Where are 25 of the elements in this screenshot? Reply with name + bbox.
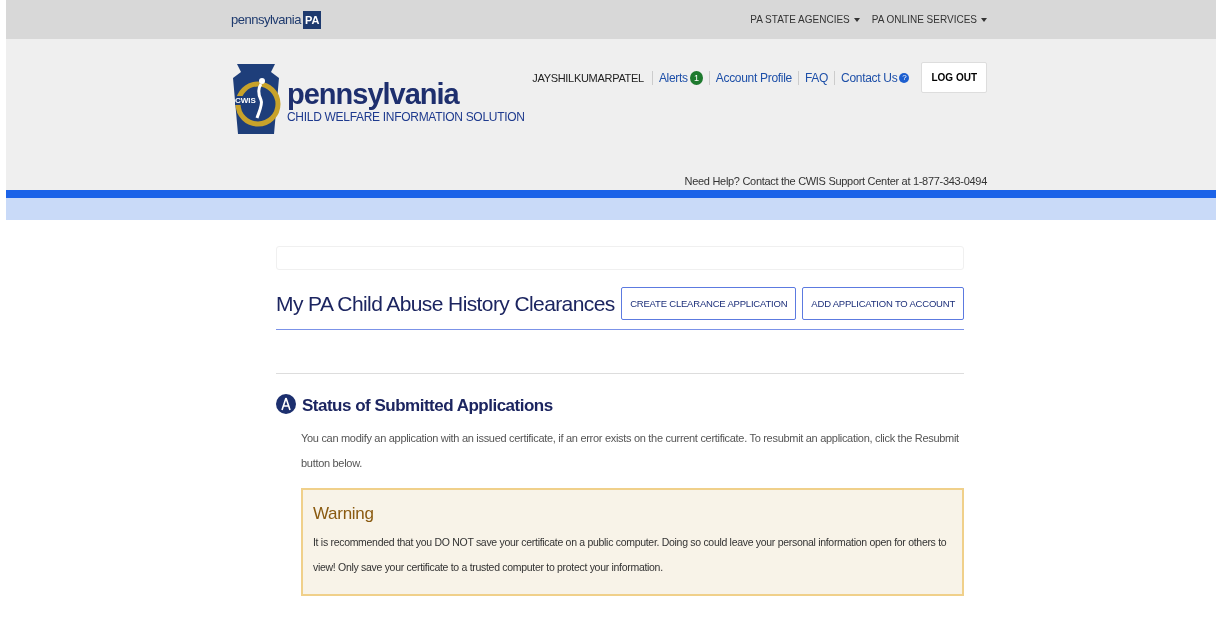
section-title: Status of Submitted Applications (302, 396, 553, 416)
username: JAYSHILKUMARPATEL (532, 71, 645, 84)
help-icon: ? (899, 72, 910, 83)
nav-link[interactable]: Alerts 1 (651, 70, 709, 85)
nav-link[interactable]: Account Profile (708, 70, 798, 85)
help-text: Need Help? Contact the CWIS Support Center at 1-877-343-0494 (684, 175, 987, 187)
brand-logo[interactable]: pennsylvania (231, 12, 301, 27)
logo-title: pennsylvania (287, 78, 461, 110)
page-title: My PA Child Abuse History Clearances (276, 291, 615, 316)
logo-badge-text: CWIS (235, 96, 256, 105)
nav-link[interactable]: Contact Us ? (834, 70, 916, 85)
logout-button[interactable]: LOG OUT (921, 62, 987, 93)
nav-link[interactable]: FAQ (797, 70, 835, 85)
caret-icon (853, 17, 860, 22)
logo-subtitle: CHILD WELFARE INFORMATION SOLUTION (287, 110, 525, 124)
menu-dropdown[interactable]: PA STATE AGENCIES (750, 14, 860, 25)
action-button[interactable]: CREATE CLEARANCE APPLICATION (621, 287, 797, 320)
warning-text: It is recommended that you DO NOT save your certificate on a public computer. Doing so could leave your personal information open for others to view! Only save your certificate to a trusted computer to protect your information. (313, 535, 948, 575)
action-button[interactable]: ADD APPLICATION TO ACCOUNT (802, 287, 964, 320)
section-description: You can modify an application with an issued certificate, if an error exists on the current certificate. To resubmit an application, click the Resubmit button below. (301, 431, 960, 471)
warning-title: Warning (313, 504, 375, 524)
caret-icon (981, 17, 987, 22)
menu-dropdown[interactable]: PA ONLINE SERVICES (871, 14, 987, 25)
brand-badge: PA (302, 10, 322, 29)
alert-count-badge: 1 (689, 70, 703, 85)
